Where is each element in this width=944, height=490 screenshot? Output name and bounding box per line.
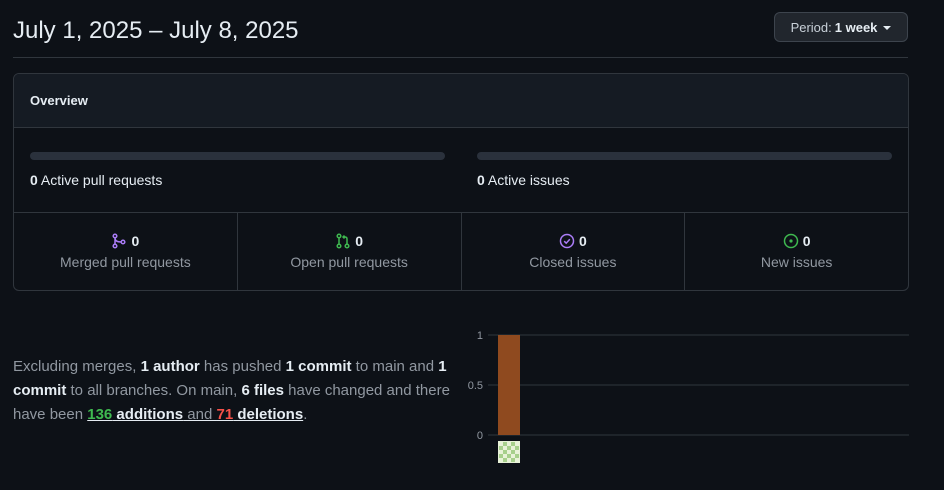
stat-merged-prs[interactable]: 0 Merged pull requests bbox=[14, 213, 238, 290]
additions-label: additions bbox=[112, 406, 184, 423]
merge-icon bbox=[112, 233, 127, 249]
authors-count: 1 author bbox=[140, 358, 200, 375]
summary-text: to all branches. On main, bbox=[66, 382, 242, 399]
period-dropdown-button[interactable]: Period: 1 week bbox=[774, 12, 908, 42]
summary-text: and bbox=[183, 406, 217, 423]
active-issues-count: 0 bbox=[477, 172, 485, 188]
active-prs-label: Active pull requests bbox=[40, 172, 163, 188]
active-issues-label: Active issues bbox=[487, 172, 570, 188]
overview-panel: Overview 0 Active pull requests 0 Active… bbox=[13, 73, 909, 291]
summary-text: has pushed bbox=[199, 358, 286, 375]
merged-prs-label: Merged pull requests bbox=[60, 254, 191, 270]
additions-link[interactable]: 136 additions and 71 deletions bbox=[87, 406, 303, 423]
closed-issues-label: Closed issues bbox=[529, 254, 617, 270]
period-value: 1 week bbox=[834, 19, 878, 35]
commit-summary: Excluding merges, 1 author has pushed 1 … bbox=[13, 355, 468, 427]
active-issues-bar bbox=[477, 152, 892, 160]
open-prs-count: 0 bbox=[355, 233, 364, 249]
new-issues-label: New issues bbox=[760, 254, 833, 270]
new-issues-count: 0 bbox=[802, 233, 811, 249]
period-label: Period: bbox=[790, 19, 832, 35]
additions-count: 136 bbox=[87, 406, 113, 423]
files-changed: 6 files bbox=[241, 382, 284, 399]
overview-stats: 0 Merged pull requests 0 Open pull reque… bbox=[14, 213, 908, 290]
active-issues-link[interactable]: 0 Active issues bbox=[477, 172, 570, 188]
issue-closed-icon bbox=[559, 233, 575, 249]
stat-closed-issues[interactable]: 0 Closed issues bbox=[462, 213, 686, 290]
avatar[interactable] bbox=[498, 441, 520, 463]
stat-new-issues[interactable]: 0 New issues bbox=[685, 213, 908, 290]
chart-y-tick-label: 1 bbox=[477, 330, 483, 342]
contributors-bar-chart: 10.50 bbox=[468, 330, 909, 463]
issue-opened-icon bbox=[783, 233, 798, 249]
merged-prs-count: 0 bbox=[131, 233, 140, 249]
active-prs-count: 0 bbox=[30, 172, 38, 188]
summary-text: Excluding merges, bbox=[13, 358, 141, 375]
deletions-count: 71 bbox=[216, 406, 234, 423]
summary-text: to main and bbox=[351, 358, 439, 375]
deletions-label: deletions bbox=[233, 406, 304, 423]
date-range-title: July 1, 2025 – July 8, 2025 bbox=[13, 17, 299, 44]
overview-activity: 0 Active pull requests 0 Active issues bbox=[14, 128, 908, 213]
caret-down-icon bbox=[883, 25, 892, 30]
active-prs-link[interactable]: 0 Active pull requests bbox=[30, 172, 162, 188]
pull-request-icon bbox=[336, 233, 350, 249]
stat-open-prs[interactable]: 0 Open pull requests bbox=[238, 213, 462, 290]
header: July 1, 2025 – July 8, 2025 Period: 1 we… bbox=[13, 0, 908, 58]
active-prs-bar bbox=[30, 152, 445, 160]
chart-y-tick-label: 0.5 bbox=[468, 380, 483, 392]
open-prs-label: Open pull requests bbox=[290, 254, 408, 270]
summary-text: . bbox=[303, 406, 308, 423]
closed-issues-count: 0 bbox=[578, 233, 587, 249]
chart-y-tick-label: 0 bbox=[477, 430, 483, 442]
overview-title: Overview bbox=[14, 74, 908, 128]
chart-bar[interactable] bbox=[498, 335, 520, 435]
commits-main: 1 commit bbox=[285, 358, 352, 375]
